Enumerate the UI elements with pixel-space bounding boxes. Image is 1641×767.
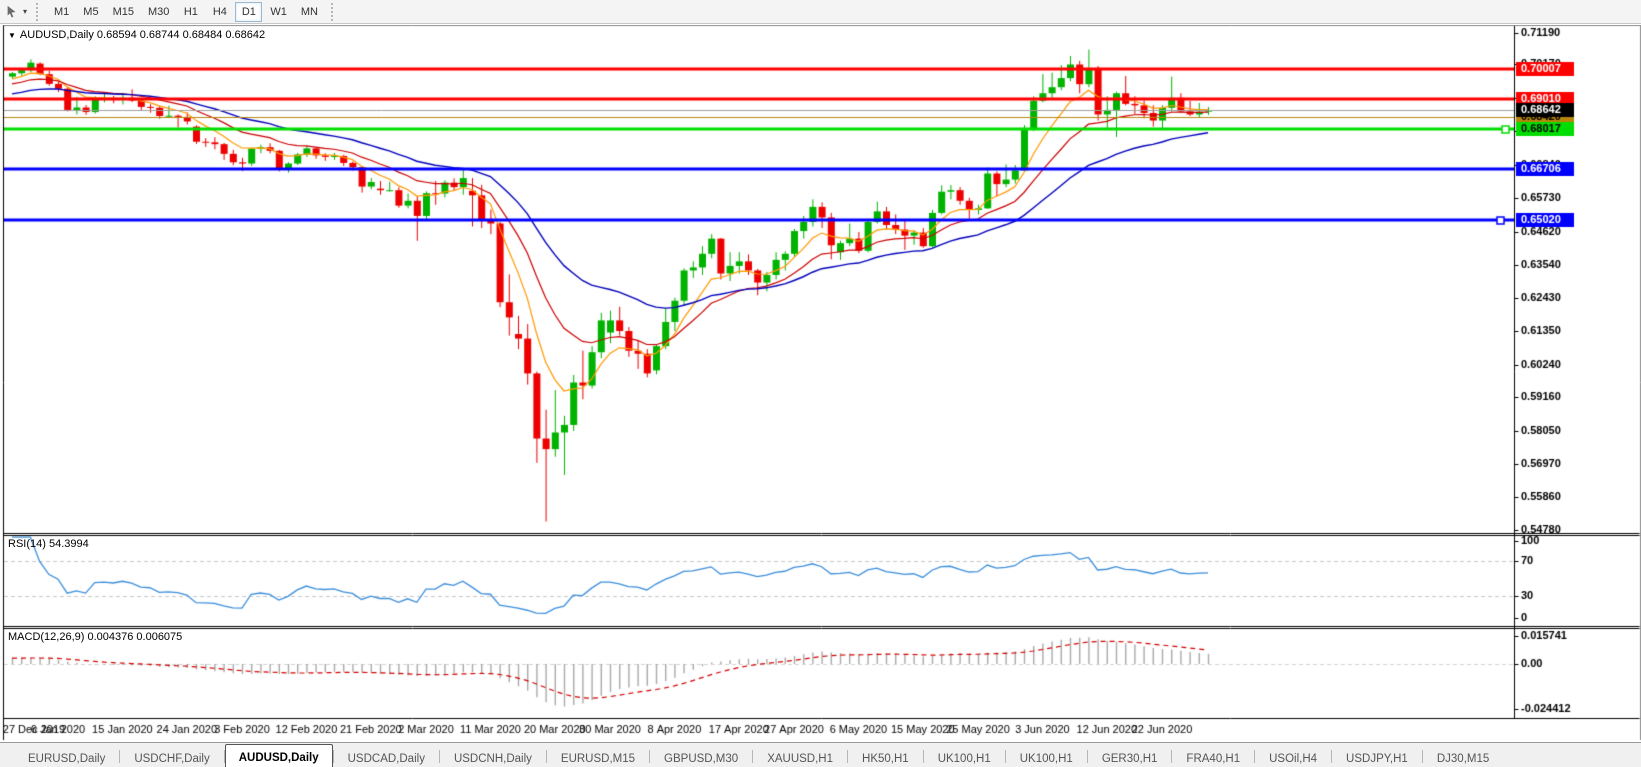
chart-tab-usdchf-daily[interactable]: USDCHF,Daily bbox=[120, 746, 223, 767]
collapse-triangle-icon[interactable]: ▼ bbox=[8, 31, 16, 40]
chart-tab-usoil-h4[interactable]: USOil,H4 bbox=[1255, 746, 1331, 767]
timeframe-button-w1[interactable]: W1 bbox=[264, 2, 293, 22]
timeframe-button-h4[interactable]: H4 bbox=[206, 2, 233, 22]
chart-title: ▼ AUDUSD,Daily 0.68594 0.68744 0.68484 0.… bbox=[8, 29, 265, 41]
chart-tab-ger30-h1[interactable]: GER30,H1 bbox=[1088, 746, 1172, 767]
rsi-indicator-label: RSI(14) 54.3994 bbox=[8, 538, 89, 550]
chart-tab-eurusd-m15[interactable]: EURUSD,M15 bbox=[547, 746, 649, 767]
timeframe-buttons: M1M5M15M30H1H4D1W1MN bbox=[47, 2, 325, 22]
timeframe-button-m15[interactable]: M15 bbox=[107, 2, 140, 22]
chart-tab-dj30-m15[interactable]: DJ30,M15 bbox=[1423, 746, 1503, 767]
chart-tab-audusd-daily[interactable]: AUDUSD,Daily bbox=[225, 744, 333, 767]
timeframe-button-h1[interactable]: H1 bbox=[177, 2, 204, 22]
toolbar-grip-2 bbox=[331, 3, 336, 21]
chart-tab-usdcad-daily[interactable]: USDCAD,Daily bbox=[334, 746, 439, 767]
chart-tab-usdjpy-h1[interactable]: USDJPY,H1 bbox=[1332, 746, 1422, 767]
pointer-tool-icon[interactable] bbox=[2, 3, 22, 21]
timeframe-button-m5[interactable]: M5 bbox=[77, 2, 104, 22]
chart-window: ▼ AUDUSD,Daily 0.68594 0.68744 0.68484 0.… bbox=[0, 25, 1641, 742]
chart-tab-uk100-h1[interactable]: UK100,H1 bbox=[1006, 746, 1087, 767]
chart-tab-usdcnh-daily[interactable]: USDCNH,Daily bbox=[440, 746, 546, 767]
chart-tab-fra40-h1[interactable]: FRA40,H1 bbox=[1172, 746, 1254, 767]
chart-tab-bar: EURUSD,DailyUSDCHF,DailyAUDUSD,DailyUSDC… bbox=[0, 742, 1641, 767]
timeframe-button-d1[interactable]: D1 bbox=[235, 2, 262, 22]
timeframe-button-m30[interactable]: M30 bbox=[142, 2, 175, 22]
chart-tab-gbpusd-m30[interactable]: GBPUSD,M30 bbox=[650, 746, 752, 767]
macd-indicator-label: MACD(12,26,9) 0.004376 0.006075 bbox=[8, 631, 182, 643]
chart-tab-uk100-h1[interactable]: UK100,H1 bbox=[924, 746, 1005, 767]
timeframe-toolbar: ▾ M1M5M15M30H1H4D1W1MN bbox=[0, 0, 1641, 24]
chart-title-text: AUDUSD,Daily 0.68594 0.68744 0.68484 0.6… bbox=[20, 29, 265, 41]
timeframe-button-mn[interactable]: MN bbox=[295, 2, 324, 22]
timeframe-button-m1[interactable]: M1 bbox=[48, 2, 75, 22]
pointer-tool-caret-icon[interactable]: ▾ bbox=[23, 7, 27, 16]
chart-canvas[interactable] bbox=[0, 25, 1641, 742]
terminal-window: ▾ M1M5M15M30H1H4D1W1MN ▼ AUDUSD,Daily 0.6… bbox=[0, 0, 1641, 767]
chart-tab-hk50-h1[interactable]: HK50,H1 bbox=[848, 746, 923, 767]
chart-tab-eurusd-daily[interactable]: EURUSD,Daily bbox=[14, 746, 119, 767]
toolbar-grip bbox=[36, 3, 41, 21]
chart-tab-xauusd-h1[interactable]: XAUUSD,H1 bbox=[753, 746, 847, 767]
